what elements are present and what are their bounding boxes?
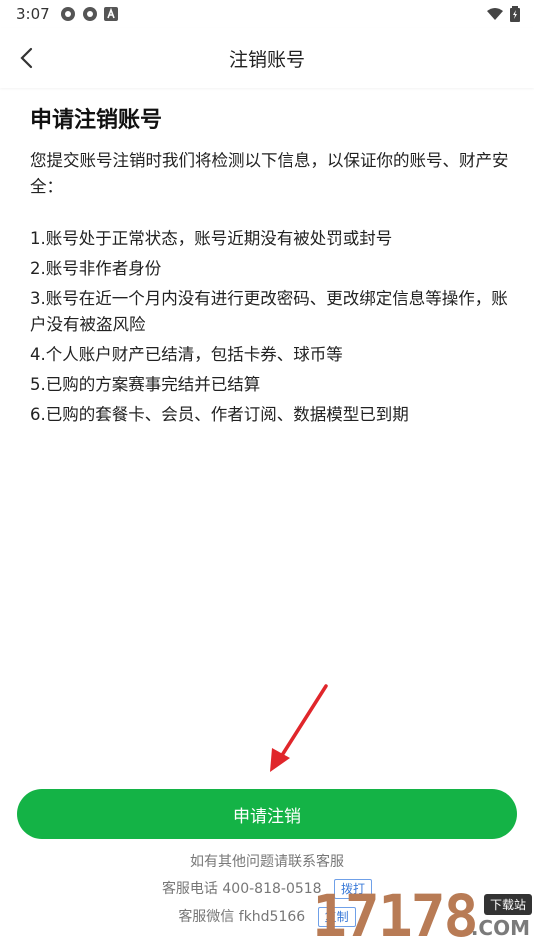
phone-label: 客服电话 [161,881,218,897]
back-button[interactable] [12,44,40,72]
chevron-left-icon [20,47,33,69]
content-area: 申请注销账号 您提交账号注销时我们将检测以下信息，以保证你的账号、财产安全： 1… [30,104,510,432]
rule-item: 5.已购的方案赛事完结并已结算 [30,375,261,394]
a-letter-icon [103,7,118,21]
apply-cancellation-button[interactable]: 申请注销 [17,789,517,839]
app-notification-icon [82,7,97,21]
wechat-id: fkhd5166 [238,909,306,925]
nav-bar: 注销账号 [0,28,534,88]
status-bar: 3:07 [0,0,534,28]
app-notification-icon [60,7,75,21]
wifi-icon [487,8,503,20]
page-title: 注销账号 [228,48,305,71]
wechat-label: 客服微信 [178,909,235,925]
battery-icon [510,6,520,22]
contact-hint: 如有其他问题请联系客服 [190,854,344,870]
rule-item: 6.已购的套餐卡、会员、作者订阅、数据模型已到期 [30,405,409,424]
section-heading: 申请注销账号 [30,108,163,133]
rule-item: 1.账号处于正常状态，账号近期没有被处罚或封号 [30,229,393,248]
notification-icons [60,6,118,22]
watermark-domain: .COM [470,916,530,940]
rule-item: 3.账号在近一个月内没有进行更改密码、更改绑定信息等操作，账户没有被盗风险 [30,289,508,334]
system-icons [486,6,520,22]
phone-number: 400-818-0518 [222,881,322,897]
rule-item: 4.个人账户财产已结清，包括卡券、球币等 [30,345,343,364]
site-watermark: 17178 下载站 .COM [312,880,534,950]
intro-text: 您提交账号注销时我们将检测以下信息，以保证你的账号、财产安全： [30,151,509,196]
rule-item: 2.账号非作者身份 [30,259,162,278]
status-time: 3:07 [16,5,50,23]
watermark-digits: 17178 [312,882,479,950]
watermark-tag: 下载站 [483,894,532,915]
